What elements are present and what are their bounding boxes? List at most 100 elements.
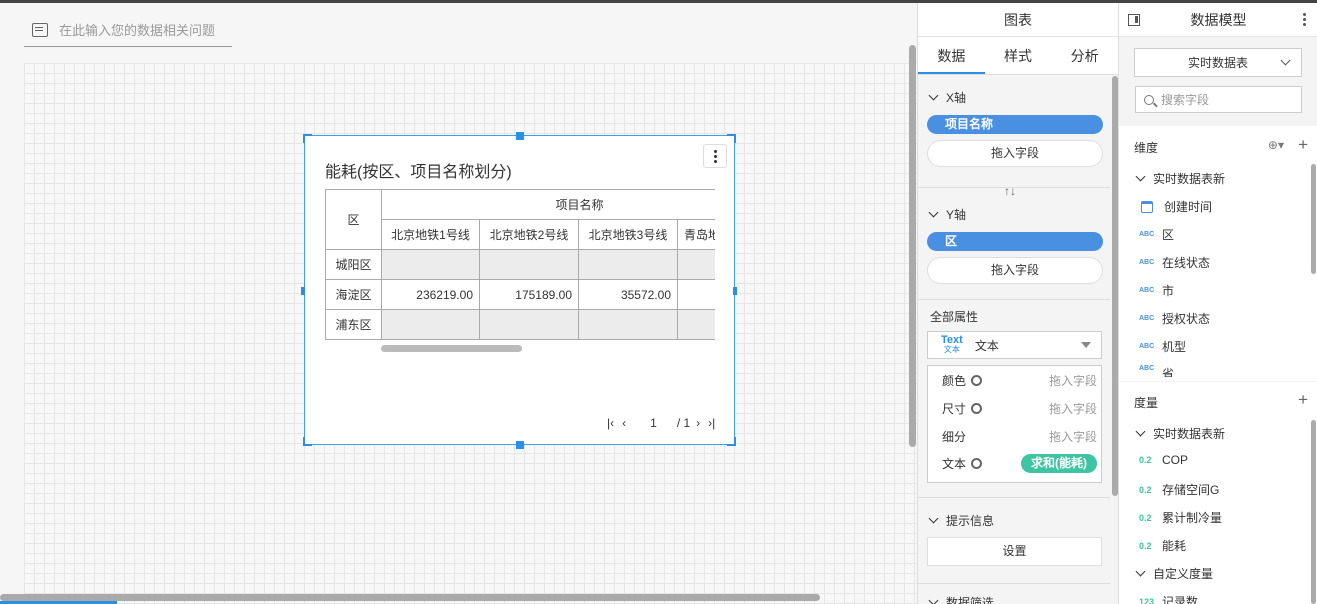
table-scrollbar[interactable] bbox=[381, 345, 522, 352]
column-group-header: 项目名称 bbox=[380, 189, 715, 220]
search-icon bbox=[1144, 94, 1154, 105]
canvas-horizontal-scrollbar[interactable] bbox=[0, 594, 820, 601]
all-props-label: 全部属性 bbox=[930, 310, 979, 324]
prop-label: 文本 bbox=[942, 457, 967, 471]
page-total: / 1 bbox=[676, 416, 691, 430]
prop-drop-zone[interactable]: 拖入字段 bbox=[1049, 372, 1097, 389]
resize-corner[interactable] bbox=[303, 437, 312, 446]
text-type-icon: Text 文本 bbox=[941, 334, 963, 355]
resize-handle[interactable] bbox=[516, 441, 524, 449]
widget-title: 能耗(按区、项目名称划分) bbox=[325, 164, 512, 181]
config-tabs: 数据 样式 分析 bbox=[918, 37, 1118, 75]
collapse-panel-icon[interactable] bbox=[1128, 14, 1140, 26]
swap-axes-icon[interactable]: ↑↓ bbox=[1004, 184, 1016, 198]
page-current[interactable]: 1 bbox=[650, 416, 657, 430]
x-axis-section[interactable]: X轴 bbox=[928, 89, 967, 106]
dimensions-section: 维度 ⊕▾ + 实时数据表新 创建时间 ABC 区 ABC 在线状态 ABC 市 AB… bbox=[1119, 126, 1317, 381]
table-cell bbox=[381, 309, 480, 340]
question-input[interactable]: 在此输入您的数据相关问题 bbox=[24, 13, 232, 47]
y-axis-drop-zone[interactable]: 拖入字段 bbox=[927, 257, 1103, 284]
add-measure-button[interactable]: + bbox=[1298, 391, 1308, 408]
dimensions-scrollbar[interactable] bbox=[1311, 164, 1316, 274]
measure-field[interactable]: 123 记录数 bbox=[1139, 593, 1198, 604]
resize-handle[interactable] bbox=[301, 287, 305, 295]
dimension-group[interactable]: 实时数据表新 bbox=[1135, 170, 1226, 187]
group-label: 实时数据表新 bbox=[1153, 172, 1226, 186]
tab-data[interactable]: 数据 bbox=[918, 37, 985, 74]
tooltip-settings-button[interactable]: 设置 bbox=[927, 537, 1102, 566]
caret-down-icon bbox=[1081, 342, 1091, 348]
table-cell bbox=[676, 249, 715, 280]
tooltip-label: 提示信息 bbox=[946, 514, 995, 528]
table-cell: 35572.00 bbox=[578, 279, 678, 310]
group-label: 自定义度量 bbox=[1153, 567, 1214, 581]
filter-section[interactable]: 数据筛选 bbox=[928, 594, 994, 604]
dimension-field[interactable]: ABC 在线状态 bbox=[1139, 254, 1210, 271]
mark-properties: 颜色 拖入字段 尺寸 拖入字段 细分 拖入字段 文本 求和(能耗) bbox=[927, 365, 1102, 483]
table-cell: 236219.00 bbox=[381, 279, 480, 310]
table-cell bbox=[578, 309, 678, 340]
last-page-icon[interactable]: ›| bbox=[708, 416, 715, 430]
prop-size[interactable]: 尺寸 拖入字段 bbox=[942, 400, 1097, 417]
tab-analysis[interactable]: 分析 bbox=[1051, 37, 1118, 74]
prop-drop-zone[interactable]: 拖入字段 bbox=[1049, 400, 1097, 417]
x-axis-label: X轴 bbox=[946, 91, 967, 105]
resize-handle[interactable] bbox=[516, 132, 524, 140]
canvas-area: 在此输入您的数据相关问题 能耗(按区、项目名称划分) 区 项目名称 北京地铁1号… bbox=[0, 3, 917, 604]
dimension-field[interactable]: ABC 机型 bbox=[1139, 338, 1186, 355]
text-field-pill[interactable]: 求和(能耗) bbox=[1021, 454, 1097, 473]
panel-title: 图表 bbox=[918, 3, 1118, 37]
resize-corner[interactable] bbox=[727, 437, 736, 446]
row-label: 城阳区 bbox=[325, 249, 382, 280]
custom-measure-group[interactable]: 自定义度量 bbox=[1135, 565, 1214, 582]
y-axis-field-pill[interactable]: 区 bbox=[927, 232, 1103, 251]
measure-field[interactable]: 0.2 存储空间G bbox=[1139, 481, 1219, 498]
tooltip-section[interactable]: 提示信息 bbox=[928, 512, 995, 529]
measure-field[interactable]: 0.2 累计制冷量 bbox=[1139, 509, 1222, 526]
x-axis-field-pill[interactable]: 项目名称 bbox=[927, 115, 1103, 134]
table-widget[interactable]: 能耗(按区、项目名称划分) 区 项目名称 北京地铁1号线 北京地铁2号线 北京地… bbox=[301, 132, 737, 449]
next-page-icon[interactable]: › bbox=[696, 416, 700, 430]
globe-icon[interactable]: ⊕▾ bbox=[1268, 138, 1284, 152]
measure-group[interactable]: 实时数据表新 bbox=[1135, 425, 1225, 442]
prop-text[interactable]: 文本 求和(能耗) bbox=[942, 454, 1097, 473]
widget-menu-button[interactable] bbox=[703, 144, 727, 168]
dataset-select[interactable]: 实时数据表 bbox=[1134, 48, 1302, 77]
prop-label: 颜色 bbox=[942, 374, 967, 388]
number-type-icon: 0.2 bbox=[1139, 512, 1152, 523]
add-dimension-button[interactable]: + bbox=[1298, 136, 1308, 153]
y-axis-section[interactable]: Y轴 bbox=[928, 206, 966, 223]
dimension-field[interactable]: ABC 市 bbox=[1139, 282, 1174, 299]
tab-style[interactable]: 样式 bbox=[985, 37, 1052, 74]
abc-type-icon: ABC bbox=[1139, 259, 1155, 266]
canvas-vertical-scrollbar[interactable] bbox=[909, 45, 916, 447]
table-cell bbox=[381, 249, 480, 280]
resize-handle[interactable] bbox=[733, 287, 737, 295]
first-page-icon[interactable]: |‹ bbox=[607, 416, 614, 430]
abc-type-icon: ABC bbox=[1139, 287, 1155, 294]
prop-color[interactable]: 颜色 拖入字段 bbox=[942, 372, 1097, 389]
measure-field[interactable]: 0.2 能耗 bbox=[1139, 537, 1186, 554]
gear-icon[interactable] bbox=[971, 403, 983, 414]
resize-corner[interactable] bbox=[727, 134, 736, 143]
gear-icon[interactable] bbox=[971, 375, 983, 386]
dimension-field[interactable]: ABC 省 bbox=[1139, 365, 1174, 377]
more-options-icon[interactable] bbox=[1303, 13, 1306, 26]
measure-field[interactable]: 0.2 COP bbox=[1139, 453, 1188, 467]
mark-type-select[interactable]: Text 文本 文本 bbox=[927, 331, 1102, 359]
resize-corner[interactable] bbox=[303, 134, 312, 143]
x-axis-drop-zone[interactable]: 拖入字段 bbox=[927, 140, 1103, 167]
prop-detail[interactable]: 细分 拖入字段 bbox=[942, 428, 1097, 445]
dimension-field[interactable]: 创建时间 bbox=[1139, 198, 1212, 215]
measures-scrollbar[interactable] bbox=[1311, 420, 1316, 604]
prop-drop-zone[interactable]: 拖入字段 bbox=[1049, 428, 1097, 445]
chevron-down-icon bbox=[1135, 566, 1146, 577]
gear-icon[interactable] bbox=[971, 458, 983, 469]
dimension-field[interactable]: ABC 授权状态 bbox=[1139, 310, 1210, 327]
field-search-input[interactable]: 搜索字段 bbox=[1135, 86, 1302, 113]
pagination: |‹ ‹ 1 / 1 › ›| bbox=[607, 416, 715, 430]
prev-page-icon[interactable]: ‹ bbox=[622, 416, 626, 430]
number-type-icon: 0.2 bbox=[1139, 484, 1152, 495]
dimension-field[interactable]: ABC 区 bbox=[1139, 226, 1174, 243]
chevron-down-icon bbox=[1135, 171, 1146, 182]
